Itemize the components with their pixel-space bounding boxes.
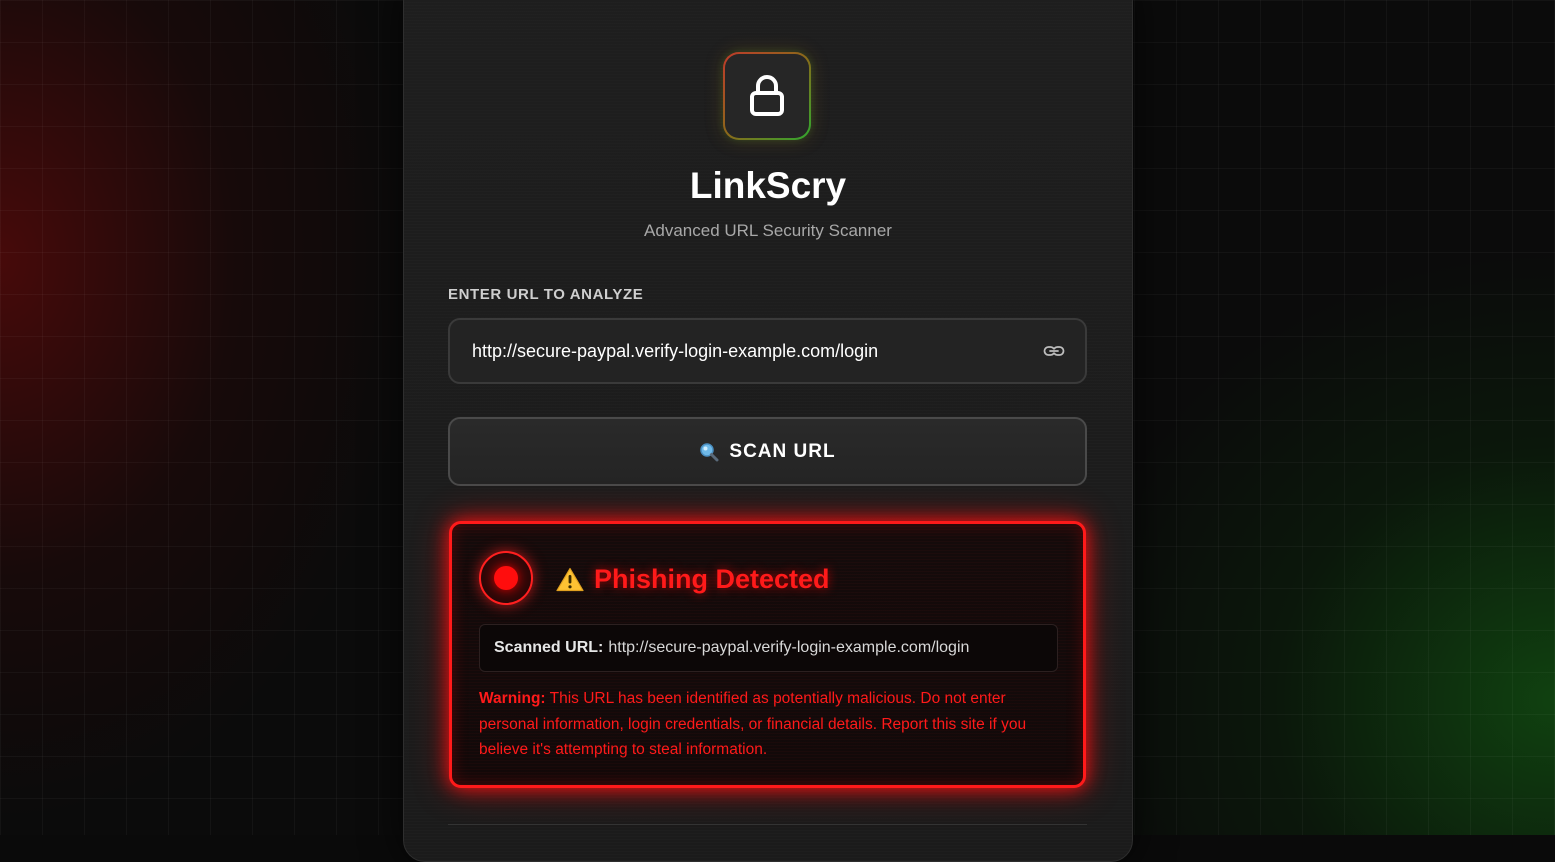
scanned-url-label: Scanned URL: xyxy=(494,639,604,656)
section-divider xyxy=(448,824,1087,825)
link-icon xyxy=(1043,346,1065,356)
app-logo xyxy=(723,52,811,140)
scan-url-button[interactable]: SCAN URL xyxy=(448,417,1087,486)
warning-body: This URL has been identified as potentia… xyxy=(479,690,1027,758)
url-input[interactable] xyxy=(472,320,1032,382)
warning-message: Warning: This URL has been identified as… xyxy=(479,686,1059,763)
app-title: LinkScry xyxy=(689,165,847,206)
warning-icon xyxy=(556,567,584,591)
scanned-url-box: Scanned URL: http://secure-paypal.verify… xyxy=(479,624,1058,672)
warning-label: Warning: xyxy=(479,690,546,707)
status-dot xyxy=(494,566,518,590)
url-input-container[interactable] xyxy=(448,318,1087,384)
scanned-url-value: http://secure-paypal.verify-login-exampl… xyxy=(608,639,970,656)
lock-icon xyxy=(750,75,784,116)
magnifying-glass-icon xyxy=(700,442,719,461)
url-field-label: ENTER URL TO ANALYZE xyxy=(448,286,644,303)
result-title: Phishing Detected xyxy=(594,564,830,594)
app-subtitle: Advanced URL Security Scanner xyxy=(644,221,892,240)
status-indicator xyxy=(479,551,533,605)
scan-button-label: SCAN URL xyxy=(729,440,836,462)
scan-result-card: Phishing Detected Scanned URL: http://se… xyxy=(449,521,1086,788)
result-title-row: Phishing Detected xyxy=(556,562,830,596)
